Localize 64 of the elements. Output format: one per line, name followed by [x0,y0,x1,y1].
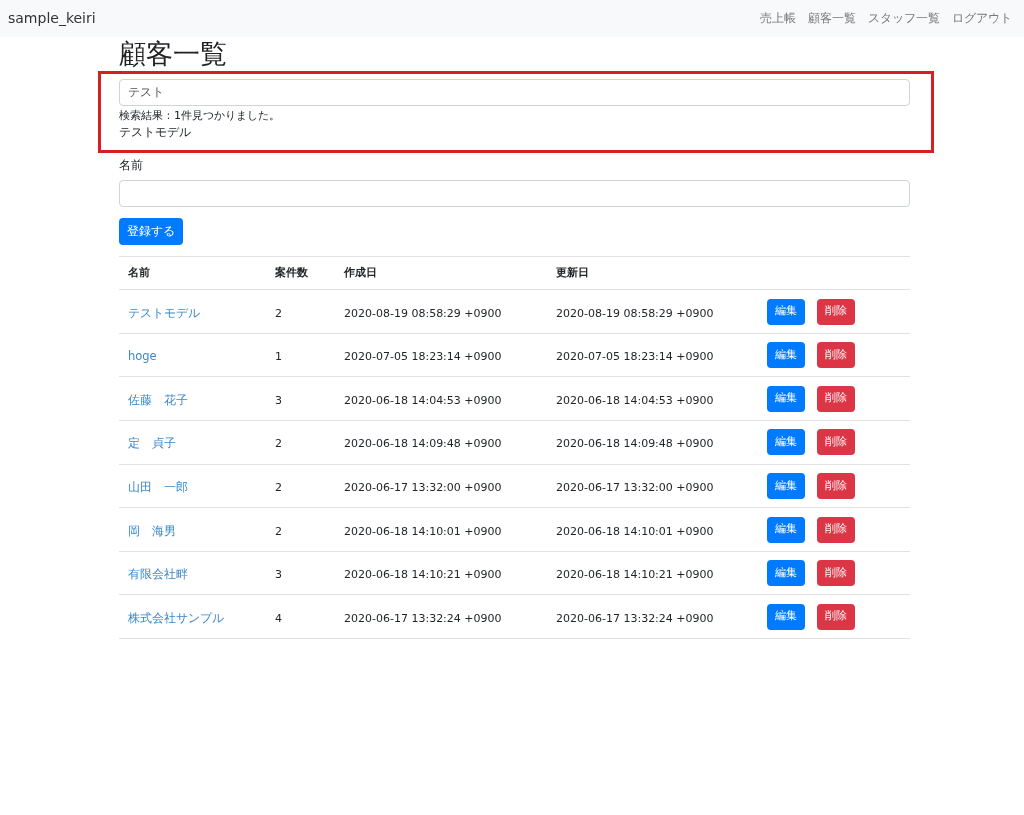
case-count: 2 [275,437,282,451]
updated-date: 2020-08-19 08:58:29 +0900 [556,306,714,320]
case-count: 2 [275,306,282,320]
edit-button[interactable]: 編集 [767,516,805,543]
created-date: 2020-06-17 13:32:24 +0900 [344,611,502,625]
delete-button[interactable]: 削除 [817,342,855,369]
nav-link[interactable]: スタッフ一覧 [868,9,940,28]
case-count: 2 [275,524,282,538]
search-result-item: テストモデル [119,124,192,140]
delete-button[interactable]: 削除 [817,298,855,325]
edit-button[interactable]: 編集 [767,298,805,325]
updated-date: 2020-06-17 13:32:00 +0900 [556,480,714,494]
customer-name-link[interactable]: 山田 一郎 [128,479,188,494]
nav-link[interactable]: ログアウト [952,9,1012,28]
column-header: 作成日 [344,266,377,279]
updated-date: 2020-06-18 14:10:21 +0900 [556,568,714,582]
updated-date: 2020-06-17 13:32:24 +0900 [556,611,714,625]
case-count: 3 [275,393,282,407]
delete-button[interactable]: 削除 [817,385,855,412]
updated-date: 2020-07-05 18:23:14 +0900 [556,350,714,364]
customer-name-link[interactable]: 株式会社サンプル [128,610,224,625]
case-count: 4 [275,611,282,625]
edit-button[interactable]: 編集 [767,429,805,456]
customer-name-link[interactable]: hoge [128,349,157,364]
edit-button[interactable]: 編集 [767,603,805,630]
edit-button[interactable]: 編集 [767,385,805,412]
created-date: 2020-07-05 18:23:14 +0900 [344,350,502,364]
delete-button[interactable]: 削除 [817,603,855,630]
case-count: 2 [275,480,282,494]
created-date: 2020-06-18 14:10:01 +0900 [344,524,502,538]
created-date: 2020-06-18 14:09:48 +0900 [344,437,502,451]
page-title: 顧客一覧 [119,37,228,71]
nav-link[interactable]: 売上帳 [760,9,796,28]
customer-name-link[interactable]: 定 貞子 [128,436,176,451]
created-date: 2020-06-18 14:04:53 +0900 [344,393,502,407]
delete-button[interactable]: 削除 [817,429,855,456]
edit-button[interactable]: 編集 [767,560,805,587]
column-header: 案件数 [275,266,308,279]
updated-date: 2020-06-18 14:09:48 +0900 [556,437,714,451]
created-date: 2020-06-17 13:32:00 +0900 [344,480,502,494]
updated-date: 2020-06-18 14:04:53 +0900 [556,393,714,407]
customer-name-link[interactable]: 岡 海男 [128,523,176,538]
case-count: 1 [275,350,282,364]
brand-link[interactable]: sample_keiri [8,8,96,29]
created-date: 2020-08-19 08:58:29 +0900 [344,306,502,320]
name-label: 名前 [119,157,144,174]
search-result-message: 検索結果：1件見つかりました。 [119,108,281,124]
column-header: 名前 [128,266,150,279]
case-count: 3 [275,568,282,582]
customer-name-link[interactable]: 佐藤 花子 [128,392,188,407]
nav-link[interactable]: 顧客一覧 [808,9,856,28]
search-field[interactable]: テスト [119,79,910,106]
created-date: 2020-06-18 14:10:21 +0900 [344,568,502,582]
edit-button[interactable]: 編集 [767,472,805,499]
updated-date: 2020-06-18 14:10:01 +0900 [556,524,714,538]
delete-button[interactable]: 削除 [817,516,855,543]
delete-button[interactable]: 削除 [817,472,855,499]
customer-name-link[interactable]: 有限会社畔 [128,567,188,582]
column-header: 更新日 [556,266,589,279]
name-input-field[interactable] [119,180,910,208]
delete-button[interactable]: 削除 [817,560,855,587]
register-button[interactable]: 登録する [119,218,183,246]
edit-button[interactable]: 編集 [767,342,805,369]
customer-name-link[interactable]: テストモデル [128,305,200,320]
